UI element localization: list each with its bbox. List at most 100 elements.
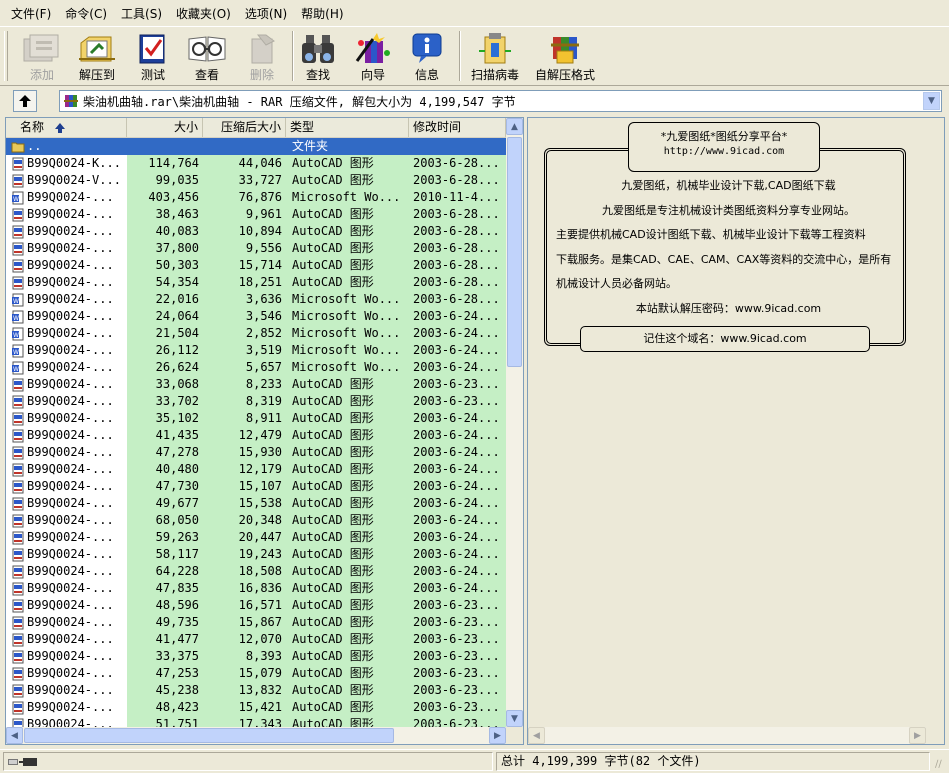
file-name: B99Q0024-... bbox=[27, 411, 114, 425]
drive-network-icon[interactable] bbox=[7, 755, 41, 769]
table-row[interactable]: B99Q0024-... 68,050 20,348 AutoCAD 图形 2003-6… bbox=[6, 512, 506, 529]
table-row[interactable]: B99Q0024-... 33,375 8,393 AutoCAD 图形 2003-6-… bbox=[6, 648, 506, 665]
extract-to-button[interactable]: 解压到 bbox=[68, 29, 126, 85]
scroll-left-button[interactable]: ◀ bbox=[6, 727, 23, 744]
find-label: 查找 bbox=[305, 68, 330, 82]
table-row[interactable]: B99Q0024-... 35,102 8,911 AutoCAD 图形 2003-6-… bbox=[6, 410, 506, 427]
cell-packed: 15,867 bbox=[203, 614, 286, 631]
column-size[interactable]: 大小 bbox=[127, 118, 203, 137]
cell-size: 47,730 bbox=[127, 478, 203, 495]
cell-name: B99Q0024-... bbox=[6, 546, 127, 563]
table-row[interactable]: W B99Q0024-... 24,064 3,546 Microsoft Wo... 2… bbox=[6, 308, 506, 325]
table-row[interactable]: B99Q0024-... 48,596 16,571 AutoCAD 图形 2003-6… bbox=[6, 597, 506, 614]
view-button[interactable]: 查看 bbox=[178, 29, 236, 85]
cell-size: 24,064 bbox=[127, 308, 203, 325]
column-modified[interactable]: 修改时间 bbox=[409, 118, 506, 137]
cell-packed: 5,657 bbox=[203, 359, 286, 376]
scroll-right-button[interactable]: ▶ bbox=[909, 727, 926, 744]
table-row[interactable]: B99Q0024-... 47,253 15,079 AutoCAD 图形 2003-6… bbox=[6, 665, 506, 682]
table-row[interactable]: B99Q0024-... 54,354 18,251 AutoCAD 图形 2003-6… bbox=[6, 274, 506, 291]
comment-horizontal-scrollbar[interactable]: ◀ ▶ bbox=[528, 727, 926, 744]
up-folder-button[interactable] bbox=[13, 90, 37, 112]
table-row[interactable]: B99Q0024-... 59,263 20,447 AutoCAD 图形 2003-6… bbox=[6, 529, 506, 546]
cell-modified: 2003-6-24... bbox=[409, 495, 506, 512]
table-row[interactable]: B99Q0024-... 37,800 9,556 AutoCAD 图形 2003-6-… bbox=[6, 240, 506, 257]
horizontal-scroll-thumb[interactable] bbox=[24, 728, 394, 743]
cell-name: B99Q0024-... bbox=[6, 563, 127, 580]
svg-text:W: W bbox=[13, 332, 19, 339]
test-button[interactable]: 测试 bbox=[124, 29, 182, 85]
table-row[interactable]: B99Q0024-... 41,435 12,479 AutoCAD 图形 2003-6… bbox=[6, 427, 506, 444]
cell-modified: 2010-11-4... bbox=[409, 189, 506, 206]
table-row[interactable]: B99Q0024-... 49,735 15,867 AutoCAD 图形 2003-6… bbox=[6, 614, 506, 631]
cell-type: Microsoft Wo... bbox=[286, 291, 409, 308]
cell-modified: 2003-6-24... bbox=[409, 410, 506, 427]
table-row[interactable]: B99Q0024-... 45,238 13,832 AutoCAD 图形 2003-6… bbox=[6, 682, 506, 699]
table-row[interactable]: W B99Q0024-... 21,504 2,852 Microsoft Wo... 2… bbox=[6, 325, 506, 342]
svg-text:W: W bbox=[13, 315, 19, 322]
add-button[interactable]: 添加 bbox=[13, 29, 71, 85]
table-row[interactable]: B99Q0024-... 50,303 15,714 AutoCAD 图形 2003-6… bbox=[6, 257, 506, 274]
cell-modified: 2003-6-24... bbox=[409, 546, 506, 563]
table-row[interactable]: B99Q0024-... 51,751 17,343 AutoCAD 图形 2003-6… bbox=[6, 716, 506, 727]
table-row[interactable]: B99Q0024-... 48,423 15,421 AutoCAD 图形 2003-6… bbox=[6, 699, 506, 716]
table-row[interactable]: B99Q0024-... 47,730 15,107 AutoCAD 图形 2003-6… bbox=[6, 478, 506, 495]
menu-options[interactable]: 选项(N) bbox=[238, 4, 294, 24]
menu-favorites[interactable]: 收藏夹(O) bbox=[169, 4, 238, 24]
horizontal-scrollbar[interactable]: ◀ ▶ bbox=[6, 727, 506, 744]
table-row[interactable]: B99Q0024-V... 99,035 33,727 AutoCAD 图形 2003-… bbox=[6, 172, 506, 189]
cell-type: AutoCAD 图形 bbox=[286, 495, 409, 512]
path-dropdown-button[interactable]: ▼ bbox=[923, 92, 940, 110]
column-packed[interactable]: 压缩后大小 bbox=[203, 118, 286, 137]
wizard-icon bbox=[355, 33, 390, 63]
dwg-file-icon bbox=[12, 259, 24, 272]
table-row[interactable]: B99Q0024-... 40,480 12,179 AutoCAD 图形 2003-6… bbox=[6, 461, 506, 478]
wizard-button[interactable]: 向导 bbox=[344, 29, 402, 85]
path-combobox[interactable]: 柴油机曲轴.rar\柴油机曲轴 - RAR 压缩文件, 解包大小为 4,199,… bbox=[59, 90, 942, 112]
column-type[interactable]: 类型 bbox=[286, 118, 409, 137]
table-row[interactable]: B99Q0024-... 49,677 15,538 AutoCAD 图形 2003-6… bbox=[6, 495, 506, 512]
delete-button[interactable]: 删除 bbox=[233, 29, 291, 85]
vertical-scrollbar[interactable]: ▲ ▼ bbox=[506, 118, 523, 727]
dwg-file-icon bbox=[12, 208, 24, 221]
table-row[interactable]: B99Q0024-... 41,477 12,070 AutoCAD 图形 2003-6… bbox=[6, 631, 506, 648]
cell-size: 48,423 bbox=[127, 699, 203, 716]
resize-grip-icon[interactable]: ∕∕ bbox=[935, 759, 947, 771]
table-row[interactable]: B99Q0024-K... 114,764 44,046 AutoCAD 图形 2003… bbox=[6, 155, 506, 172]
cell-name: B99Q0024-... bbox=[6, 665, 127, 682]
table-row[interactable]: B99Q0024-... 58,117 19,243 AutoCAD 图形 2003-6… bbox=[6, 546, 506, 563]
find-button[interactable]: 查找 bbox=[289, 29, 347, 85]
column-name[interactable]: 名称 bbox=[6, 118, 127, 137]
table-row[interactable]: B99Q0024-... 38,463 9,961 AutoCAD 图形 2003-6-… bbox=[6, 206, 506, 223]
scroll-right-button[interactable]: ▶ bbox=[489, 727, 506, 744]
file-name: B99Q0024-... bbox=[27, 479, 114, 493]
menu-file[interactable]: 文件(F) bbox=[4, 4, 58, 24]
info-button[interactable]: 信息 bbox=[398, 29, 456, 85]
table-row[interactable]: B99Q0024-... 40,083 10,894 AutoCAD 图形 2003-6… bbox=[6, 223, 506, 240]
sfx-button[interactable]: 自解压格式 bbox=[530, 29, 600, 85]
scan-virus-button[interactable]: 扫描病毒 bbox=[462, 29, 528, 85]
dwg-file-icon bbox=[12, 548, 24, 561]
menu-help[interactable]: 帮助(H) bbox=[294, 4, 350, 24]
table-row[interactable]: B99Q0024-... 64,228 18,508 AutoCAD 图形 2003-6… bbox=[6, 563, 506, 580]
menu-tools[interactable]: 工具(S) bbox=[114, 4, 169, 24]
cell-type: Microsoft Wo... bbox=[286, 189, 409, 206]
table-row[interactable]: B99Q0024-... 33,702 8,319 AutoCAD 图形 2003-6-… bbox=[6, 393, 506, 410]
table-row[interactable]: W B99Q0024-... 403,456 76,876 Microsoft Wo..… bbox=[6, 189, 506, 206]
table-row[interactable]: W B99Q0024-... 26,624 5,657 Microsoft Wo... 2… bbox=[6, 359, 506, 376]
table-row[interactable]: W B99Q0024-... 22,016 3,636 Microsoft Wo... 2… bbox=[6, 291, 506, 308]
table-row[interactable]: B99Q0024-... 47,835 16,836 AutoCAD 图形 2003-6… bbox=[6, 580, 506, 597]
table-row[interactable]: .. 文件夹 bbox=[6, 138, 506, 155]
table-row[interactable]: B99Q0024-... 47,278 15,930 AutoCAD 图形 2003-6… bbox=[6, 444, 506, 461]
cell-packed bbox=[203, 138, 286, 155]
comment-line: 九爱图纸是专注机械设计类图纸资料分享专业网站。 bbox=[602, 203, 855, 217]
file-name: B99Q0024-... bbox=[27, 292, 114, 306]
table-row[interactable]: B99Q0024-... 33,068 8,233 AutoCAD 图形 2003-6-… bbox=[6, 376, 506, 393]
scroll-up-button[interactable]: ▲ bbox=[506, 118, 523, 135]
scroll-down-button[interactable]: ▼ bbox=[506, 710, 523, 727]
vertical-scroll-thumb[interactable] bbox=[507, 137, 522, 367]
table-row[interactable]: W B99Q0024-... 26,112 3,519 Microsoft Wo... 2… bbox=[6, 342, 506, 359]
menu-commands[interactable]: 命令(C) bbox=[58, 4, 114, 24]
scroll-left-button[interactable]: ◀ bbox=[528, 727, 545, 744]
chevron-left-icon: ◀ bbox=[533, 730, 540, 741]
